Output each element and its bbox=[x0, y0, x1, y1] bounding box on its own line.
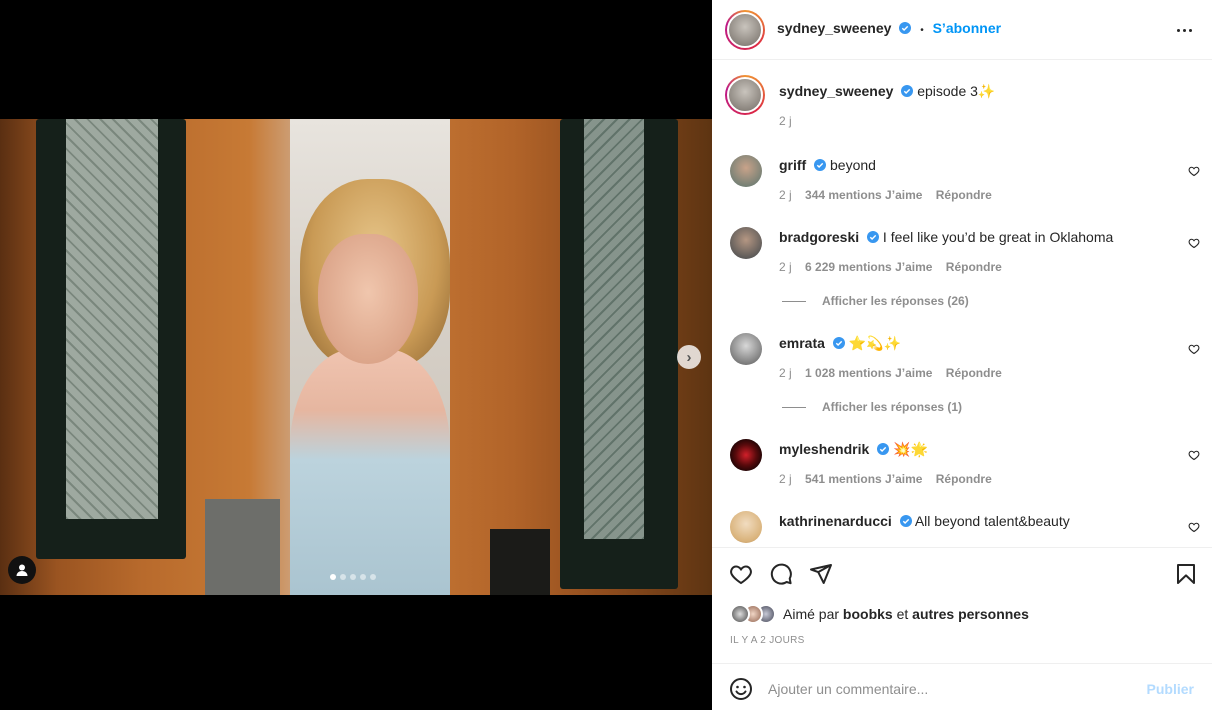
avatar[interactable] bbox=[725, 10, 765, 50]
post-header: sydney_sweeney • S’abonner bbox=[712, 0, 1212, 60]
avatar[interactable] bbox=[730, 511, 762, 543]
caption-text: episode 3✨ bbox=[917, 83, 996, 99]
comment-likes-count[interactable]: 344 mentions J’aime bbox=[805, 188, 922, 202]
heart-icon[interactable] bbox=[729, 562, 753, 586]
heart-icon[interactable] bbox=[1188, 165, 1200, 177]
carousel-dot bbox=[370, 574, 376, 580]
comment-username[interactable]: myleshendrik bbox=[779, 441, 869, 457]
avatar[interactable] bbox=[730, 439, 762, 471]
comment-time: 2 j bbox=[779, 472, 792, 486]
media-viewer: › bbox=[0, 0, 712, 710]
comment-username[interactable]: bradgoreski bbox=[779, 229, 859, 245]
user-tag-icon[interactable] bbox=[8, 556, 36, 584]
heart-icon[interactable] bbox=[1188, 449, 1200, 461]
replies-divider bbox=[782, 407, 806, 409]
comment-likes-count[interactable]: 541 mentions J’aime bbox=[805, 472, 922, 486]
verified-icon bbox=[814, 159, 827, 171]
view-replies-label: Afficher les réponses (26) bbox=[822, 294, 969, 308]
view-replies-button[interactable]: Afficher les réponses (1) bbox=[782, 400, 962, 414]
caption-time: 2 j bbox=[779, 114, 792, 128]
likes-others-link[interactable]: autres personnes bbox=[912, 606, 1029, 622]
comment-username[interactable]: emrata bbox=[779, 335, 825, 351]
avatar[interactable] bbox=[730, 333, 762, 365]
avatar[interactable] bbox=[730, 227, 762, 259]
post-sidebar: sydney_sweeney • S’abonner sydney_sweene… bbox=[712, 0, 1212, 710]
verified-icon bbox=[901, 85, 914, 97]
emoji-icon[interactable] bbox=[729, 677, 753, 701]
carousel-dot bbox=[360, 574, 366, 580]
post-photo[interactable] bbox=[0, 119, 712, 595]
publish-button[interactable]: Publier bbox=[1147, 681, 1194, 697]
comment-text: I feel like you’d be great in Oklahoma bbox=[882, 229, 1114, 245]
carousel-indicator bbox=[330, 574, 376, 580]
follow-button[interactable]: S’abonner bbox=[933, 20, 1001, 36]
comment-likes-count[interactable]: 6 229 mentions J’aime bbox=[805, 260, 932, 274]
heart-icon[interactable] bbox=[1188, 343, 1200, 355]
heart-icon[interactable] bbox=[1188, 237, 1200, 249]
likes-summary: Aimé par boobks et autres personnes bbox=[730, 604, 1029, 624]
photo-door-right bbox=[560, 119, 678, 589]
header-username[interactable]: sydney_sweeney bbox=[777, 20, 891, 36]
avatar bbox=[730, 604, 750, 624]
comment-username[interactable]: griff bbox=[779, 157, 806, 173]
chevron-right-icon[interactable]: › bbox=[677, 345, 701, 369]
photo-subject-body bbox=[290, 349, 450, 595]
verified-icon bbox=[899, 22, 912, 34]
comment-item: griff beyond 2 j 344 mentions J’aime Rép… bbox=[730, 155, 1200, 205]
comment-likes-count[interactable]: 1 028 mentions J’aime bbox=[805, 366, 932, 380]
reply-button[interactable]: Répondre bbox=[936, 472, 992, 486]
comment-text: ⭐💫✨ bbox=[848, 335, 901, 351]
caption-username[interactable]: sydney_sweeney bbox=[779, 83, 893, 99]
comment-item: emrata ⭐💫✨ 2 j 1 028 mentions J’aime Rép… bbox=[730, 333, 1200, 383]
comment-text: 💥🌟 bbox=[893, 441, 928, 457]
share-icon[interactable] bbox=[809, 562, 833, 586]
comment-input[interactable] bbox=[768, 676, 1128, 702]
photo-door-plate bbox=[205, 499, 280, 595]
bookmark-icon[interactable] bbox=[1174, 562, 1198, 586]
view-replies-label: Afficher les réponses (1) bbox=[822, 400, 963, 414]
post-caption: sydney_sweeney episode 3✨ 2 j bbox=[725, 75, 1200, 137]
carousel-dot bbox=[350, 574, 356, 580]
comment-item: myleshendrik 💥🌟 2 j 541 mentions J’aime … bbox=[730, 439, 1200, 489]
verified-icon bbox=[877, 443, 890, 455]
carousel-dot bbox=[340, 574, 346, 580]
replies-divider bbox=[782, 301, 806, 303]
likes-user-link[interactable]: boobks bbox=[843, 606, 893, 622]
comment-text: beyond bbox=[830, 157, 876, 173]
post-time-ago[interactable]: IL Y A 2 JOURS bbox=[730, 635, 805, 646]
avatar[interactable] bbox=[730, 155, 762, 187]
verified-icon bbox=[867, 231, 880, 243]
comment-time: 2 j bbox=[779, 366, 792, 380]
add-comment-bar: Publier bbox=[712, 663, 1212, 710]
more-icon[interactable] bbox=[1174, 20, 1194, 40]
comment-username[interactable]: kathrinenarducci bbox=[779, 513, 892, 529]
likes-prefix: Aimé par bbox=[783, 606, 840, 622]
verified-icon bbox=[899, 515, 912, 527]
photo-subject-face bbox=[318, 234, 418, 364]
reply-button[interactable]: Répondre bbox=[946, 260, 1002, 274]
comment-time: 2 j bbox=[779, 260, 792, 274]
photo-door-left bbox=[36, 119, 186, 559]
comment-time: 2 j bbox=[779, 188, 792, 202]
view-replies-button[interactable]: Afficher les réponses (26) bbox=[782, 294, 969, 308]
reply-button[interactable]: Répondre bbox=[936, 188, 992, 202]
comment-item: bradgoreski I feel like you’d be great i… bbox=[730, 227, 1200, 277]
carousel-dot bbox=[330, 574, 336, 580]
comment-item: kathrinenarducci All beyond talent&beaut… bbox=[730, 511, 1200, 547]
likes-middle: et bbox=[896, 606, 909, 622]
post-actions: Aimé par boobks et autres personnes IL Y… bbox=[712, 547, 1212, 663]
verified-icon bbox=[832, 337, 845, 349]
comment-icon[interactable] bbox=[769, 562, 793, 586]
reply-button[interactable]: Répondre bbox=[946, 366, 1002, 380]
comments-list[interactable]: sydney_sweeney episode 3✨ 2 j griff beyo… bbox=[712, 61, 1212, 547]
photo-door-plate bbox=[490, 529, 550, 595]
heart-icon[interactable] bbox=[1188, 521, 1200, 533]
separator-dot: • bbox=[920, 25, 924, 36]
avatar[interactable] bbox=[725, 75, 765, 115]
comment-text: All beyond talent&beauty bbox=[914, 513, 1070, 529]
